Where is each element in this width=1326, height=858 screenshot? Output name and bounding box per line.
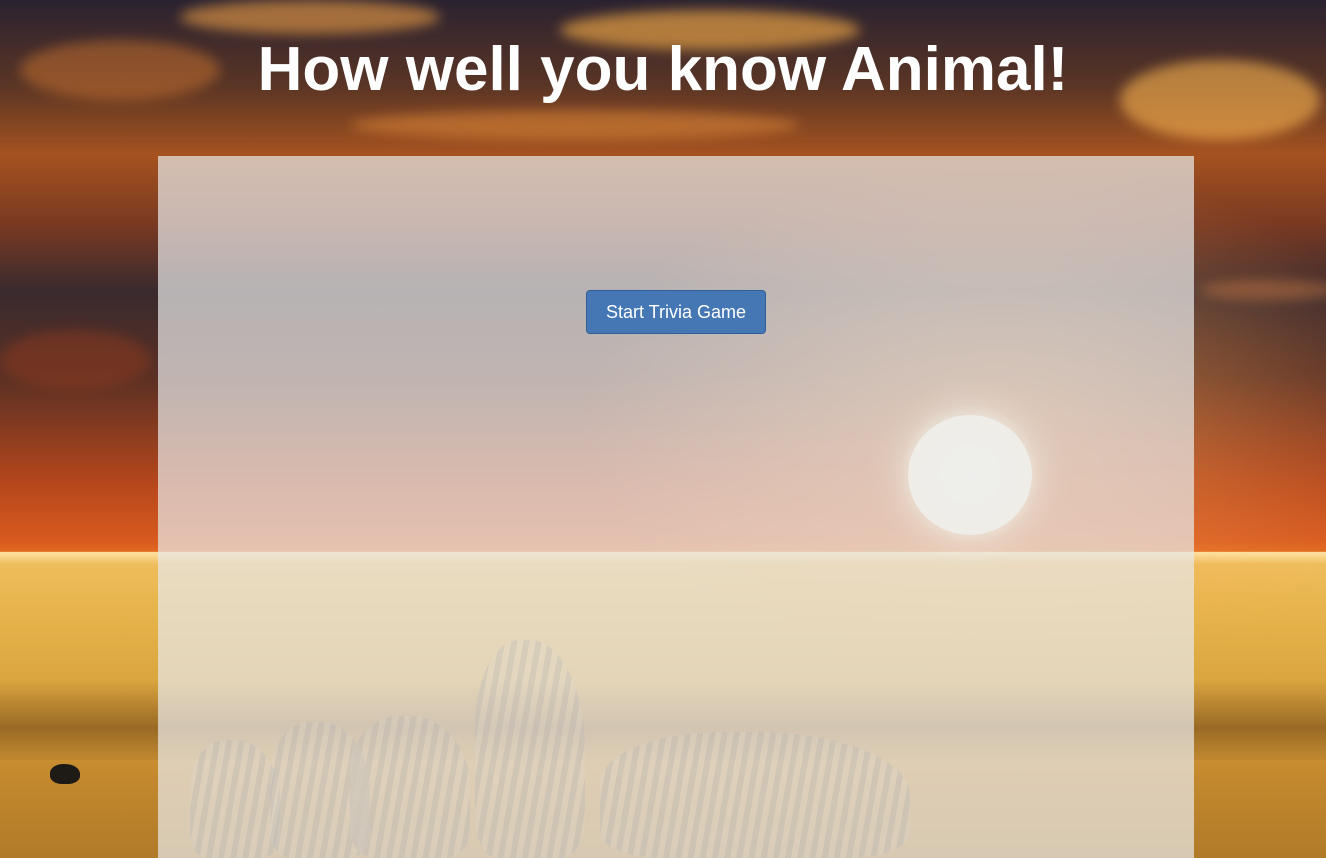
- cloud-decoration: [1200, 280, 1326, 300]
- cloud-decoration: [180, 0, 440, 34]
- animal-silhouette: [50, 764, 80, 784]
- cloud-decoration: [350, 110, 800, 140]
- cloud-decoration: [0, 330, 150, 390]
- page-title: How well you know Animal!: [257, 35, 1069, 104]
- start-trivia-button[interactable]: Start Trivia Game: [586, 290, 766, 334]
- game-panel: Start Trivia Game: [158, 156, 1194, 858]
- page-background: How well you know Animal! Start Trivia G…: [0, 0, 1326, 858]
